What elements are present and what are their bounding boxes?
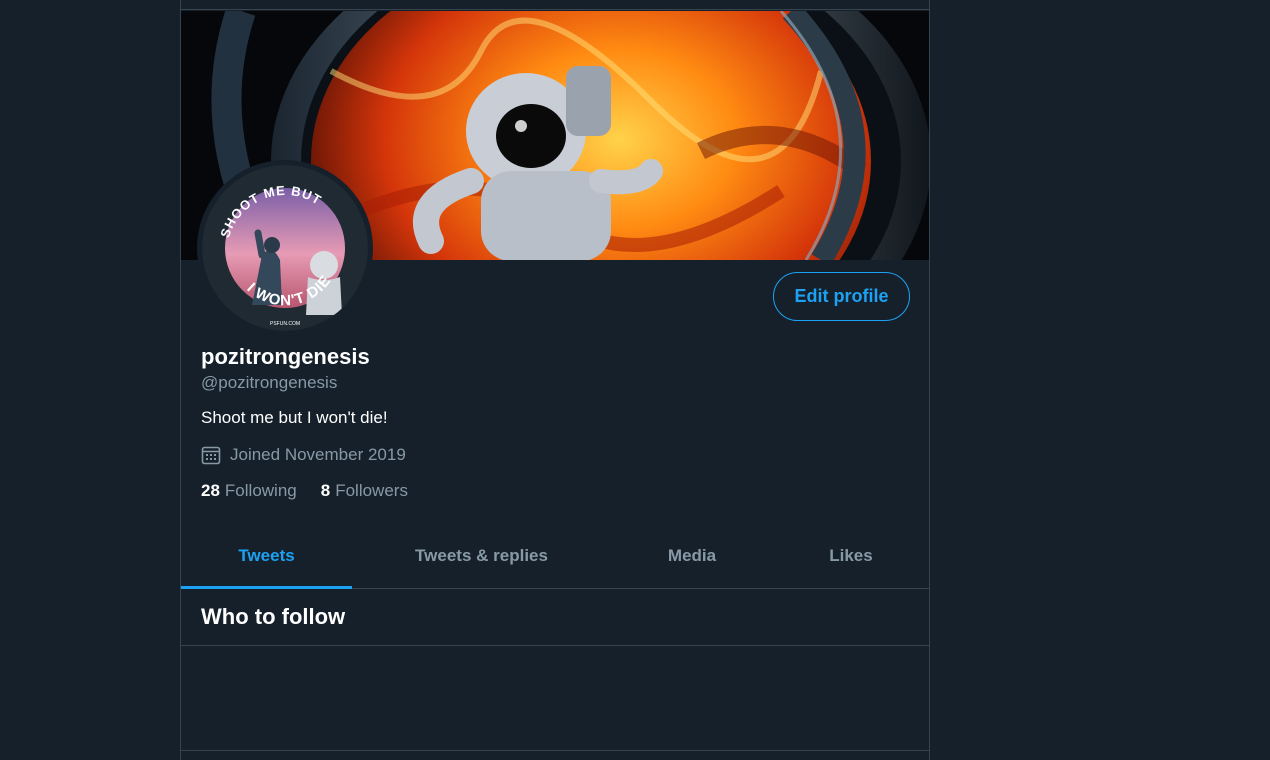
joined-date: Joined November 2019 bbox=[201, 445, 406, 465]
following-label: Following bbox=[224, 481, 297, 500]
who-to-follow-list bbox=[181, 646, 929, 751]
header-strip bbox=[181, 0, 929, 10]
followers-label: Followers bbox=[335, 481, 408, 500]
following-count: 28 bbox=[201, 481, 220, 500]
display-name: pozitrongenesis bbox=[201, 344, 370, 369]
user-handle: @pozitrongenesis bbox=[201, 373, 338, 392]
avatar-image: SHOOT ME BUT I WON'T DIE PSFUN.COM bbox=[202, 165, 368, 331]
profile-avatar[interactable]: SHOOT ME BUT I WON'T DIE PSFUN.COM bbox=[197, 160, 373, 336]
calendar-icon bbox=[201, 446, 221, 465]
edit-profile-button[interactable]: Edit profile bbox=[773, 272, 910, 321]
follow-stats: 28 Following 8 Followers bbox=[201, 481, 408, 501]
following-link[interactable]: 28 Following bbox=[201, 481, 297, 501]
profile-bio: Shoot me but I won't die! bbox=[201, 408, 388, 427]
svg-text:PSFUN.COM: PSFUN.COM bbox=[270, 321, 300, 327]
followers-link[interactable]: 8 Followers bbox=[321, 481, 408, 501]
tab-media[interactable]: Media bbox=[611, 524, 773, 588]
tab-tweets[interactable]: Tweets bbox=[181, 524, 352, 589]
profile-tabs: Tweets Tweets & replies Media Likes bbox=[181, 524, 929, 589]
who-to-follow-heading: Who to follow bbox=[181, 589, 929, 646]
profile-column: SHOOT ME BUT I WON'T DIE PSFUN.COM Edit … bbox=[180, 0, 930, 760]
tab-likes[interactable]: Likes bbox=[773, 524, 929, 588]
tab-tweets-and-replies[interactable]: Tweets & replies bbox=[352, 524, 611, 588]
followers-count: 8 bbox=[320, 481, 331, 500]
joined-text: Joined November 2019 bbox=[230, 445, 406, 464]
